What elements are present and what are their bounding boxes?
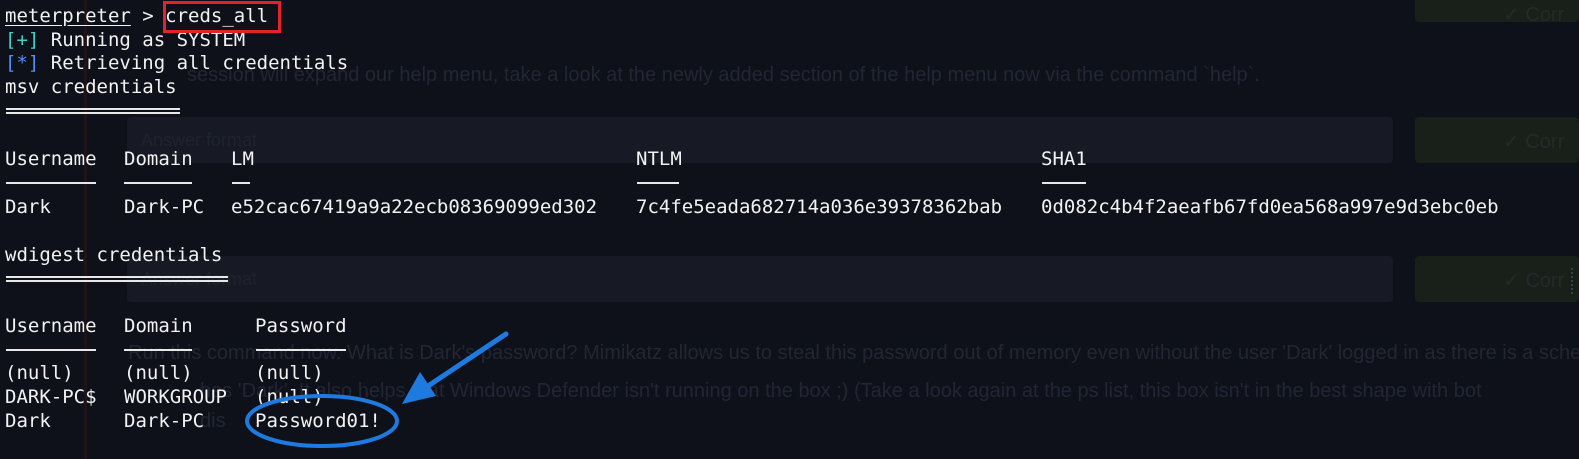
password-highlight-ellipse (245, 394, 399, 448)
annotation-overlay (245, 331, 509, 448)
annotation-arrow-shaft (422, 331, 509, 391)
annotation-arrow-head (402, 372, 436, 404)
